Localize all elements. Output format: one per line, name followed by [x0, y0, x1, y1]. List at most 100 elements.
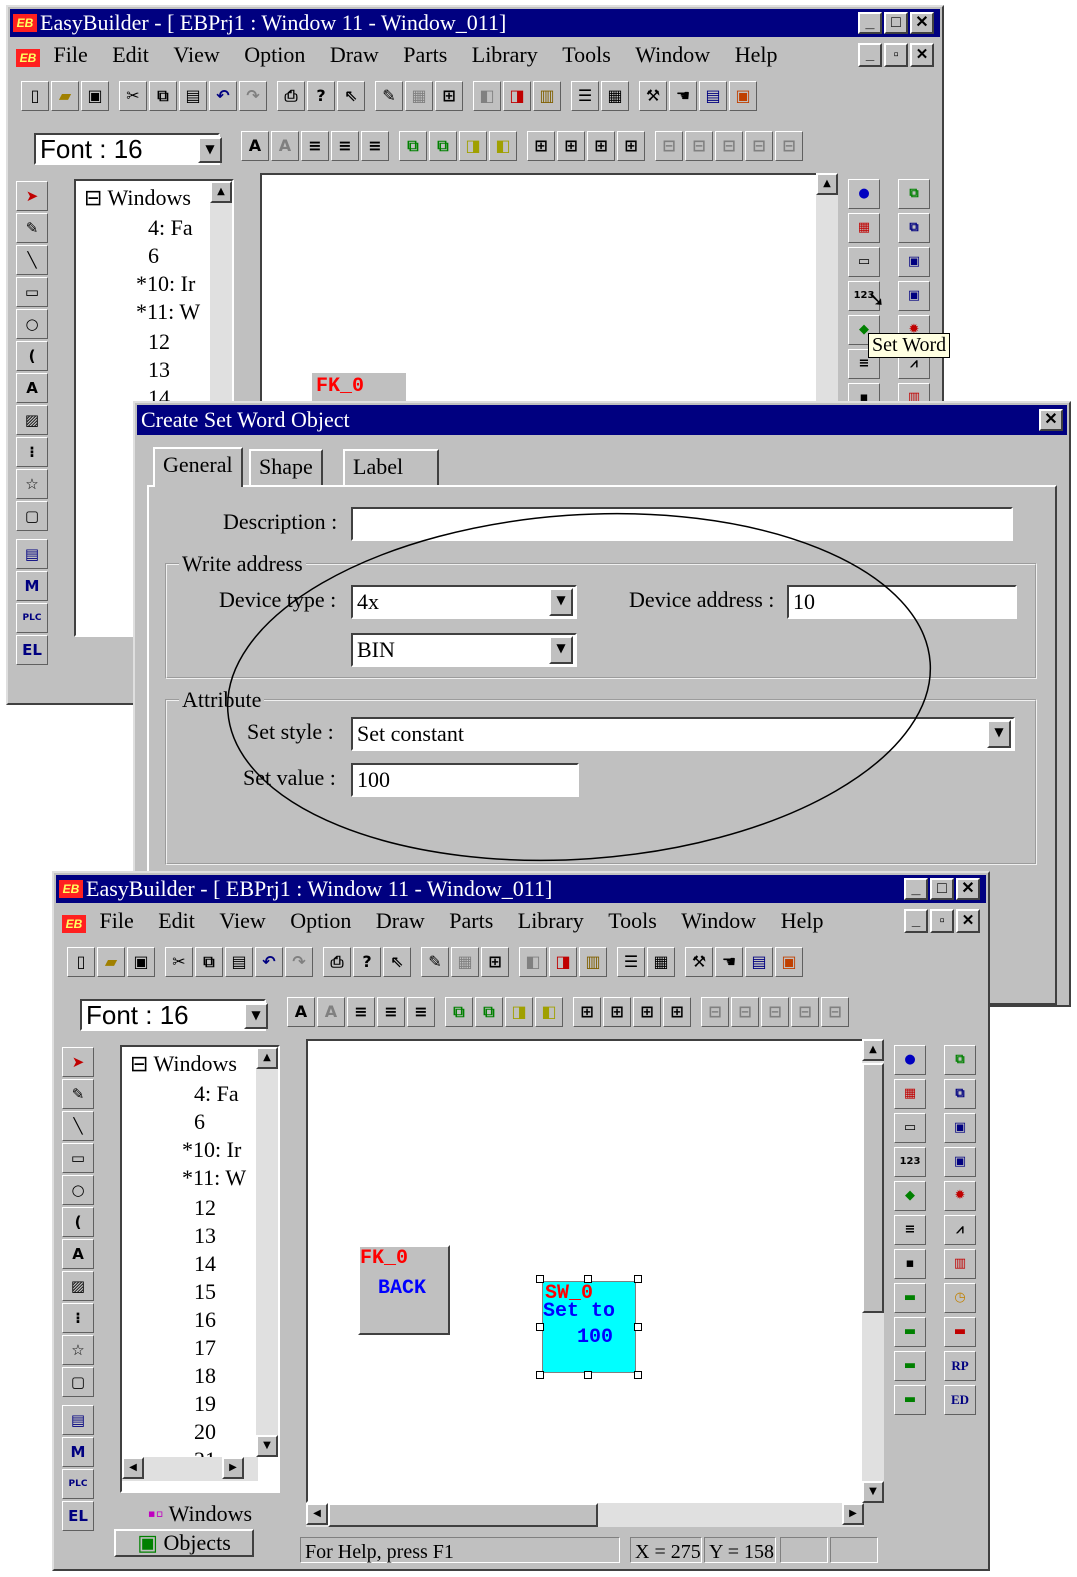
align-icon[interactable]: ⊞: [435, 81, 463, 111]
layer-front-icon[interactable]: ◨: [503, 81, 531, 111]
mdi-restore-button[interactable]: ▫: [930, 909, 954, 933]
tree-item[interactable]: 16: [194, 1307, 216, 1333]
top-canvas-vscroll[interactable]: ▲: [816, 173, 838, 413]
resize-handle-e[interactable]: [634, 1323, 642, 1331]
align-center-icon[interactable]: ≡: [331, 131, 359, 161]
font-combo-dropdown[interactable]: ▼: [244, 1003, 268, 1029]
paste-icon[interactable]: ▤: [179, 81, 207, 111]
bottom-window-tree[interactable]: ⊟ Windows 4: Fa 6 *10: Ir *11: W 12 13 1…: [120, 1045, 280, 1493]
scroll-up-button[interactable]: ▲: [256, 1047, 278, 1069]
tree-item[interactable]: 12: [194, 1195, 216, 1221]
clock-icon[interactable]: ◷: [944, 1283, 976, 1313]
space-h-icon[interactable]: ⊟: [655, 131, 683, 161]
align-right-icon[interactable]: ≡: [407, 997, 435, 1027]
close-button[interactable]: ✕: [956, 878, 980, 900]
menu-draw[interactable]: Draw: [376, 905, 425, 937]
circle-icon[interactable]: ○: [62, 1175, 94, 1205]
new-icon[interactable]: ▯: [67, 947, 95, 977]
hammer-icon[interactable]: ⚒: [685, 947, 713, 977]
font-smaller-icon[interactable]: A: [317, 997, 345, 1027]
text-icon[interactable]: A: [16, 373, 48, 403]
align-top-icon[interactable]: ⊞: [573, 997, 601, 1027]
resize-handle-s[interactable]: [584, 1371, 592, 1379]
align-vcenter-icon[interactable]: ⊞: [633, 997, 661, 1027]
function-key-icon[interactable]: ⧉: [898, 179, 930, 209]
tree-hscrollbar[interactable]: ◀ ▶: [122, 1457, 258, 1481]
mdi-restore-button[interactable]: ▫: [884, 43, 908, 67]
send-back-icon[interactable]: ◧: [535, 997, 563, 1027]
scale-icon[interactable]: ⁝: [16, 437, 48, 467]
bit-lamp-icon[interactable]: ●: [848, 179, 880, 209]
tree-item[interactable]: 13: [148, 357, 170, 383]
same-size-icon[interactable]: ⊟: [821, 997, 849, 1027]
canvas-scroll-left-button[interactable]: ◀: [306, 1503, 328, 1525]
same-size-icon[interactable]: ⊟: [775, 131, 803, 161]
tree-item[interactable]: 13: [194, 1223, 216, 1249]
list-icon[interactable]: ☰: [571, 81, 599, 111]
slider-icon[interactable]: ▬: [944, 1317, 976, 1347]
back-button-object[interactable]: FK_0 BACK: [358, 1245, 450, 1335]
bring-front-icon[interactable]: ◨: [505, 997, 533, 1027]
cut-icon[interactable]: ✂: [119, 81, 147, 111]
grid-icon[interactable]: ▦: [451, 947, 479, 977]
hand-icon[interactable]: ☚: [715, 947, 743, 977]
align-bottom-icon[interactable]: ⊞: [557, 131, 585, 161]
new-icon[interactable]: ▯: [21, 81, 49, 111]
multi-state-icon[interactable]: ▦: [894, 1079, 926, 1109]
tree-item[interactable]: 4: Fa: [148, 215, 193, 241]
redo-icon[interactable]: ↷: [239, 81, 267, 111]
circle-icon[interactable]: ○: [16, 309, 48, 339]
same-width-icon[interactable]: ⊟: [715, 131, 743, 161]
tree-item[interactable]: *10: Ir: [136, 271, 195, 297]
macro-icon[interactable]: M: [16, 571, 48, 601]
tab-shape[interactable]: Shape: [249, 449, 323, 485]
font-bigger-icon[interactable]: A: [287, 997, 315, 1027]
mdi-minimize-button[interactable]: _: [858, 43, 882, 67]
list-icon[interactable]: ☰: [617, 947, 645, 977]
group-icon[interactable]: ⧉: [445, 997, 473, 1027]
simulate-icon[interactable]: ▣: [729, 81, 757, 111]
compile-icon[interactable]: ▤: [745, 947, 773, 977]
monitor-icon[interactable]: ▣: [898, 247, 930, 277]
word-lamp-icon[interactable]: ≡: [894, 1215, 926, 1245]
ed-icon[interactable]: ED: [944, 1385, 976, 1415]
canvas-hscrollbar[interactable]: ◀ ▶: [306, 1503, 864, 1527]
close-button[interactable]: ✕: [910, 12, 934, 34]
tree-item[interactable]: 19: [194, 1391, 216, 1417]
rectangle-icon[interactable]: ▭: [16, 277, 48, 307]
paste-icon[interactable]: ▤: [225, 947, 253, 977]
hammer-icon[interactable]: ⚒: [639, 81, 667, 111]
bottom-canvas[interactable]: FK_0 BACK SW_0 Set to 100: [306, 1039, 864, 1503]
align-left-icon[interactable]: ≡: [301, 131, 329, 161]
canvas-scroll-up-button[interactable]: ▲: [862, 1039, 884, 1061]
tree-item[interactable]: *11: W: [136, 299, 200, 325]
menu-parts[interactable]: Parts: [403, 39, 447, 71]
chart-icon[interactable]: ▥: [944, 1249, 976, 1279]
canvas-vscrollbar[interactable]: ▲ ▼: [862, 1039, 884, 1503]
text-icon[interactable]: A: [62, 1239, 94, 1269]
copy-icon[interactable]: ⧉: [195, 947, 223, 977]
canvas-scroll-down-button[interactable]: ▼: [862, 1481, 884, 1503]
compile-icon[interactable]: ▤: [699, 81, 727, 111]
panel-tab-windows[interactable]: ▪▫ Windows: [120, 1501, 280, 1529]
select-arrow-icon[interactable]: ➤: [62, 1047, 94, 1077]
menu-help[interactable]: Help: [735, 39, 778, 71]
multi-state-icon[interactable]: ▦: [848, 213, 880, 243]
cut-icon[interactable]: ✂: [165, 947, 193, 977]
bit-switch-icon[interactable]: ▭: [894, 1113, 926, 1143]
frame-icon[interactable]: ▢: [16, 501, 48, 531]
select-arrow-icon[interactable]: ➤: [16, 181, 48, 211]
simulate-icon[interactable]: ▣: [775, 947, 803, 977]
screen-icon[interactable]: ⧉: [898, 213, 930, 243]
context-help-icon[interactable]: ⇖: [337, 81, 365, 111]
arc-icon[interactable]: (: [62, 1207, 94, 1237]
save-icon[interactable]: ▣: [127, 947, 155, 977]
align-left-icon[interactable]: ≡: [347, 997, 375, 1027]
tree-item[interactable]: 15: [194, 1279, 216, 1305]
font-size-combo[interactable]: Font : 16: [80, 999, 266, 1031]
maximize-button[interactable]: □: [930, 878, 954, 900]
mdi-close-button[interactable]: ✕: [910, 43, 934, 67]
frame-icon[interactable]: ▢: [62, 1367, 94, 1397]
note-icon[interactable]: ▤: [62, 1405, 94, 1435]
menu-file[interactable]: File: [100, 905, 134, 937]
